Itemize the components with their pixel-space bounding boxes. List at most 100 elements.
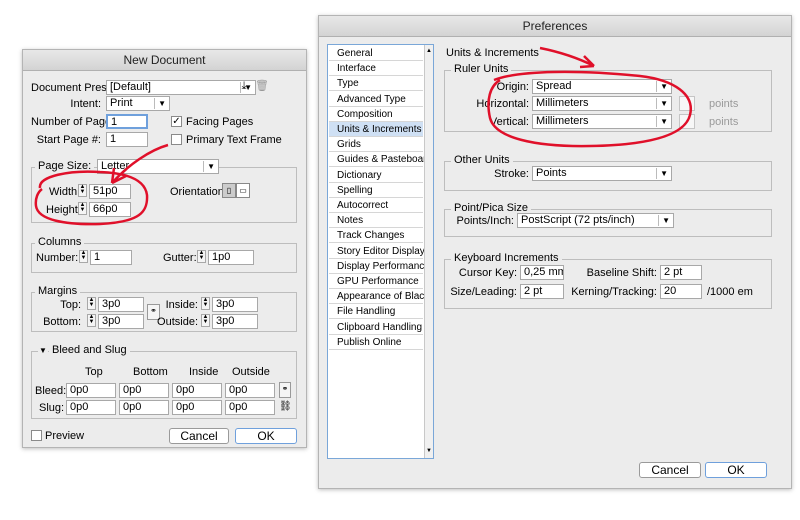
- category-item[interactable]: Composition: [329, 107, 423, 122]
- preset-select[interactable]: [Default] ▼: [106, 80, 256, 95]
- kerning-unit: /1000 em: [707, 286, 753, 298]
- col-top-header: Top: [85, 366, 103, 378]
- page-size-select[interactable]: Letter ▼: [97, 159, 219, 174]
- number-input[interactable]: 1: [90, 250, 132, 265]
- category-item[interactable]: Display Performance: [329, 259, 430, 274]
- slug-outside-input[interactable]: 0p0: [225, 400, 275, 415]
- bottom-input[interactable]: 3p0: [98, 314, 144, 329]
- gutter-input[interactable]: 1p0: [208, 250, 254, 265]
- category-item[interactable]: Appearance of Black: [329, 289, 429, 305]
- save-preset-icon[interactable]: ⤓: [237, 80, 251, 93]
- height-stepper[interactable]: ▲ ▼: [78, 202, 87, 215]
- landscape-icon[interactable]: ▭: [236, 183, 250, 198]
- number-stepper[interactable]: ▲ ▼: [79, 250, 88, 263]
- primary-text-frame-checkbox[interactable]: [171, 134, 182, 145]
- horizontal-value: Millimeters: [536, 97, 589, 109]
- category-item[interactable]: Advanced Type: [329, 92, 423, 107]
- outside-input[interactable]: 3p0: [212, 314, 258, 329]
- origin-select[interactable]: Spread ▼: [532, 79, 672, 94]
- chevron-down-icon: ▼: [660, 169, 668, 178]
- category-item[interactable]: Notes: [329, 213, 423, 229]
- new-document-dialog: New Document Document Preset: [Default] …: [22, 49, 307, 448]
- inside-input[interactable]: 3p0: [212, 297, 258, 312]
- bleed-outside-input[interactable]: 0p0: [225, 383, 275, 398]
- bleed-chain-icon[interactable]: ⚭: [279, 382, 291, 398]
- category-item[interactable]: Autocorrect: [329, 198, 423, 213]
- facing-pages-checkbox[interactable]: ✓: [171, 116, 182, 127]
- preview-checkbox[interactable]: [31, 430, 42, 441]
- ok-button[interactable]: OK: [235, 428, 297, 444]
- category-item[interactable]: GPU Performance: [329, 274, 423, 289]
- start-page-input[interactable]: 1: [106, 132, 148, 147]
- vertical-value: Millimeters: [536, 115, 589, 127]
- size-leading-input[interactable]: 2 pt: [520, 284, 564, 299]
- size-leading-label: Size/Leading:: [450, 286, 517, 298]
- inside-label: Inside:: [165, 299, 198, 311]
- preferences-title: Preferences: [319, 16, 791, 37]
- category-item[interactable]: Guides & Pasteboard: [329, 152, 432, 168]
- slug-bottom-input[interactable]: 0p0: [119, 400, 169, 415]
- width-stepper[interactable]: ▲ ▼: [78, 184, 87, 197]
- bottom-stepper[interactable]: ▲ ▼: [87, 314, 96, 327]
- chevron-down-icon: ▼: [660, 99, 668, 108]
- top-stepper[interactable]: ▲ ▼: [87, 297, 96, 310]
- slug-chain-icon[interactable]: ⛓: [279, 400, 292, 413]
- preset-value: [Default]: [110, 81, 151, 93]
- kerning-tracking-input[interactable]: 20: [660, 284, 702, 299]
- facing-pages-label: Facing Pages: [186, 116, 254, 128]
- bleed-inside-input[interactable]: 0p0: [172, 383, 222, 398]
- slug-top-input[interactable]: 0p0: [66, 400, 116, 415]
- select-divider: [656, 98, 657, 109]
- top-input[interactable]: 3p0: [98, 297, 144, 312]
- category-item[interactable]: Clipboard Handling: [329, 320, 423, 335]
- category-item[interactable]: Type: [329, 76, 423, 92]
- vertical-select[interactable]: Millimeters ▼: [532, 114, 672, 129]
- points-inch-select[interactable]: PostScript (72 pts/inch) ▼: [517, 213, 674, 228]
- inside-stepper[interactable]: ▲ ▼: [201, 297, 210, 310]
- slug-inside-input[interactable]: 0p0: [172, 400, 222, 415]
- vertical-points-unit: points: [709, 116, 739, 128]
- baseline-shift-label: Baseline Shift:: [586, 267, 657, 279]
- page-size-value: Letter: [101, 160, 130, 172]
- select-divider: [656, 81, 657, 92]
- portrait-icon[interactable]: ▯: [222, 183, 236, 198]
- keyboard-increments-title: Keyboard Increments: [451, 252, 562, 264]
- pages-input[interactable]: 1: [106, 114, 148, 129]
- intent-select[interactable]: Print ▼: [106, 96, 170, 111]
- height-input[interactable]: 66p0: [89, 202, 131, 217]
- category-item[interactable]: Track Changes: [329, 228, 423, 244]
- category-item[interactable]: Grids: [329, 137, 423, 153]
- scroll-down-icon[interactable]: ▼: [425, 445, 433, 458]
- cursor-key-input[interactable]: 0,25 mm: [520, 265, 564, 280]
- category-item[interactable]: Publish Online: [329, 335, 423, 350]
- stroke-select[interactable]: Points ▼: [532, 166, 672, 181]
- kerning-tracking-label: Kerning/Tracking:: [571, 286, 657, 298]
- baseline-shift-input[interactable]: 2 pt: [660, 265, 702, 280]
- category-item[interactable]: Interface: [329, 61, 423, 77]
- category-item[interactable]: General: [329, 46, 423, 61]
- category-item[interactable]: Dictionary: [329, 168, 423, 183]
- category-item[interactable]: Units & Increments: [329, 122, 423, 137]
- disclosure-triangle-icon[interactable]: ▼: [38, 344, 48, 357]
- width-label: Width:: [49, 186, 81, 198]
- scroll-up-icon[interactable]: ▲: [425, 45, 433, 58]
- pref-cancel-button[interactable]: Cancel: [639, 462, 701, 478]
- category-scrollbar[interactable]: ▲ ▼: [424, 45, 433, 458]
- bleed-bottom-input[interactable]: 0p0: [119, 383, 169, 398]
- horizontal-points-input: [679, 96, 695, 111]
- other-units-title: Other Units: [451, 154, 513, 166]
- horizontal-select[interactable]: Millimeters ▼: [532, 96, 672, 111]
- gutter-stepper[interactable]: ▲ ▼: [197, 250, 206, 263]
- outside-stepper[interactable]: ▲ ▼: [201, 314, 210, 327]
- delete-preset-icon[interactable]: 🗑: [255, 80, 269, 93]
- category-item[interactable]: Spelling: [329, 183, 423, 198]
- select-divider: [656, 168, 657, 179]
- pref-ok-button[interactable]: OK: [705, 462, 767, 478]
- cancel-button[interactable]: Cancel: [169, 428, 229, 444]
- select-divider: [658, 215, 659, 226]
- category-item[interactable]: File Handling: [329, 304, 423, 320]
- bleed-top-input[interactable]: 0p0: [66, 383, 116, 398]
- category-item[interactable]: Story Editor Display: [329, 244, 425, 259]
- width-input[interactable]: 51p0: [89, 184, 131, 199]
- chevron-down-icon: ▼: [660, 82, 668, 91]
